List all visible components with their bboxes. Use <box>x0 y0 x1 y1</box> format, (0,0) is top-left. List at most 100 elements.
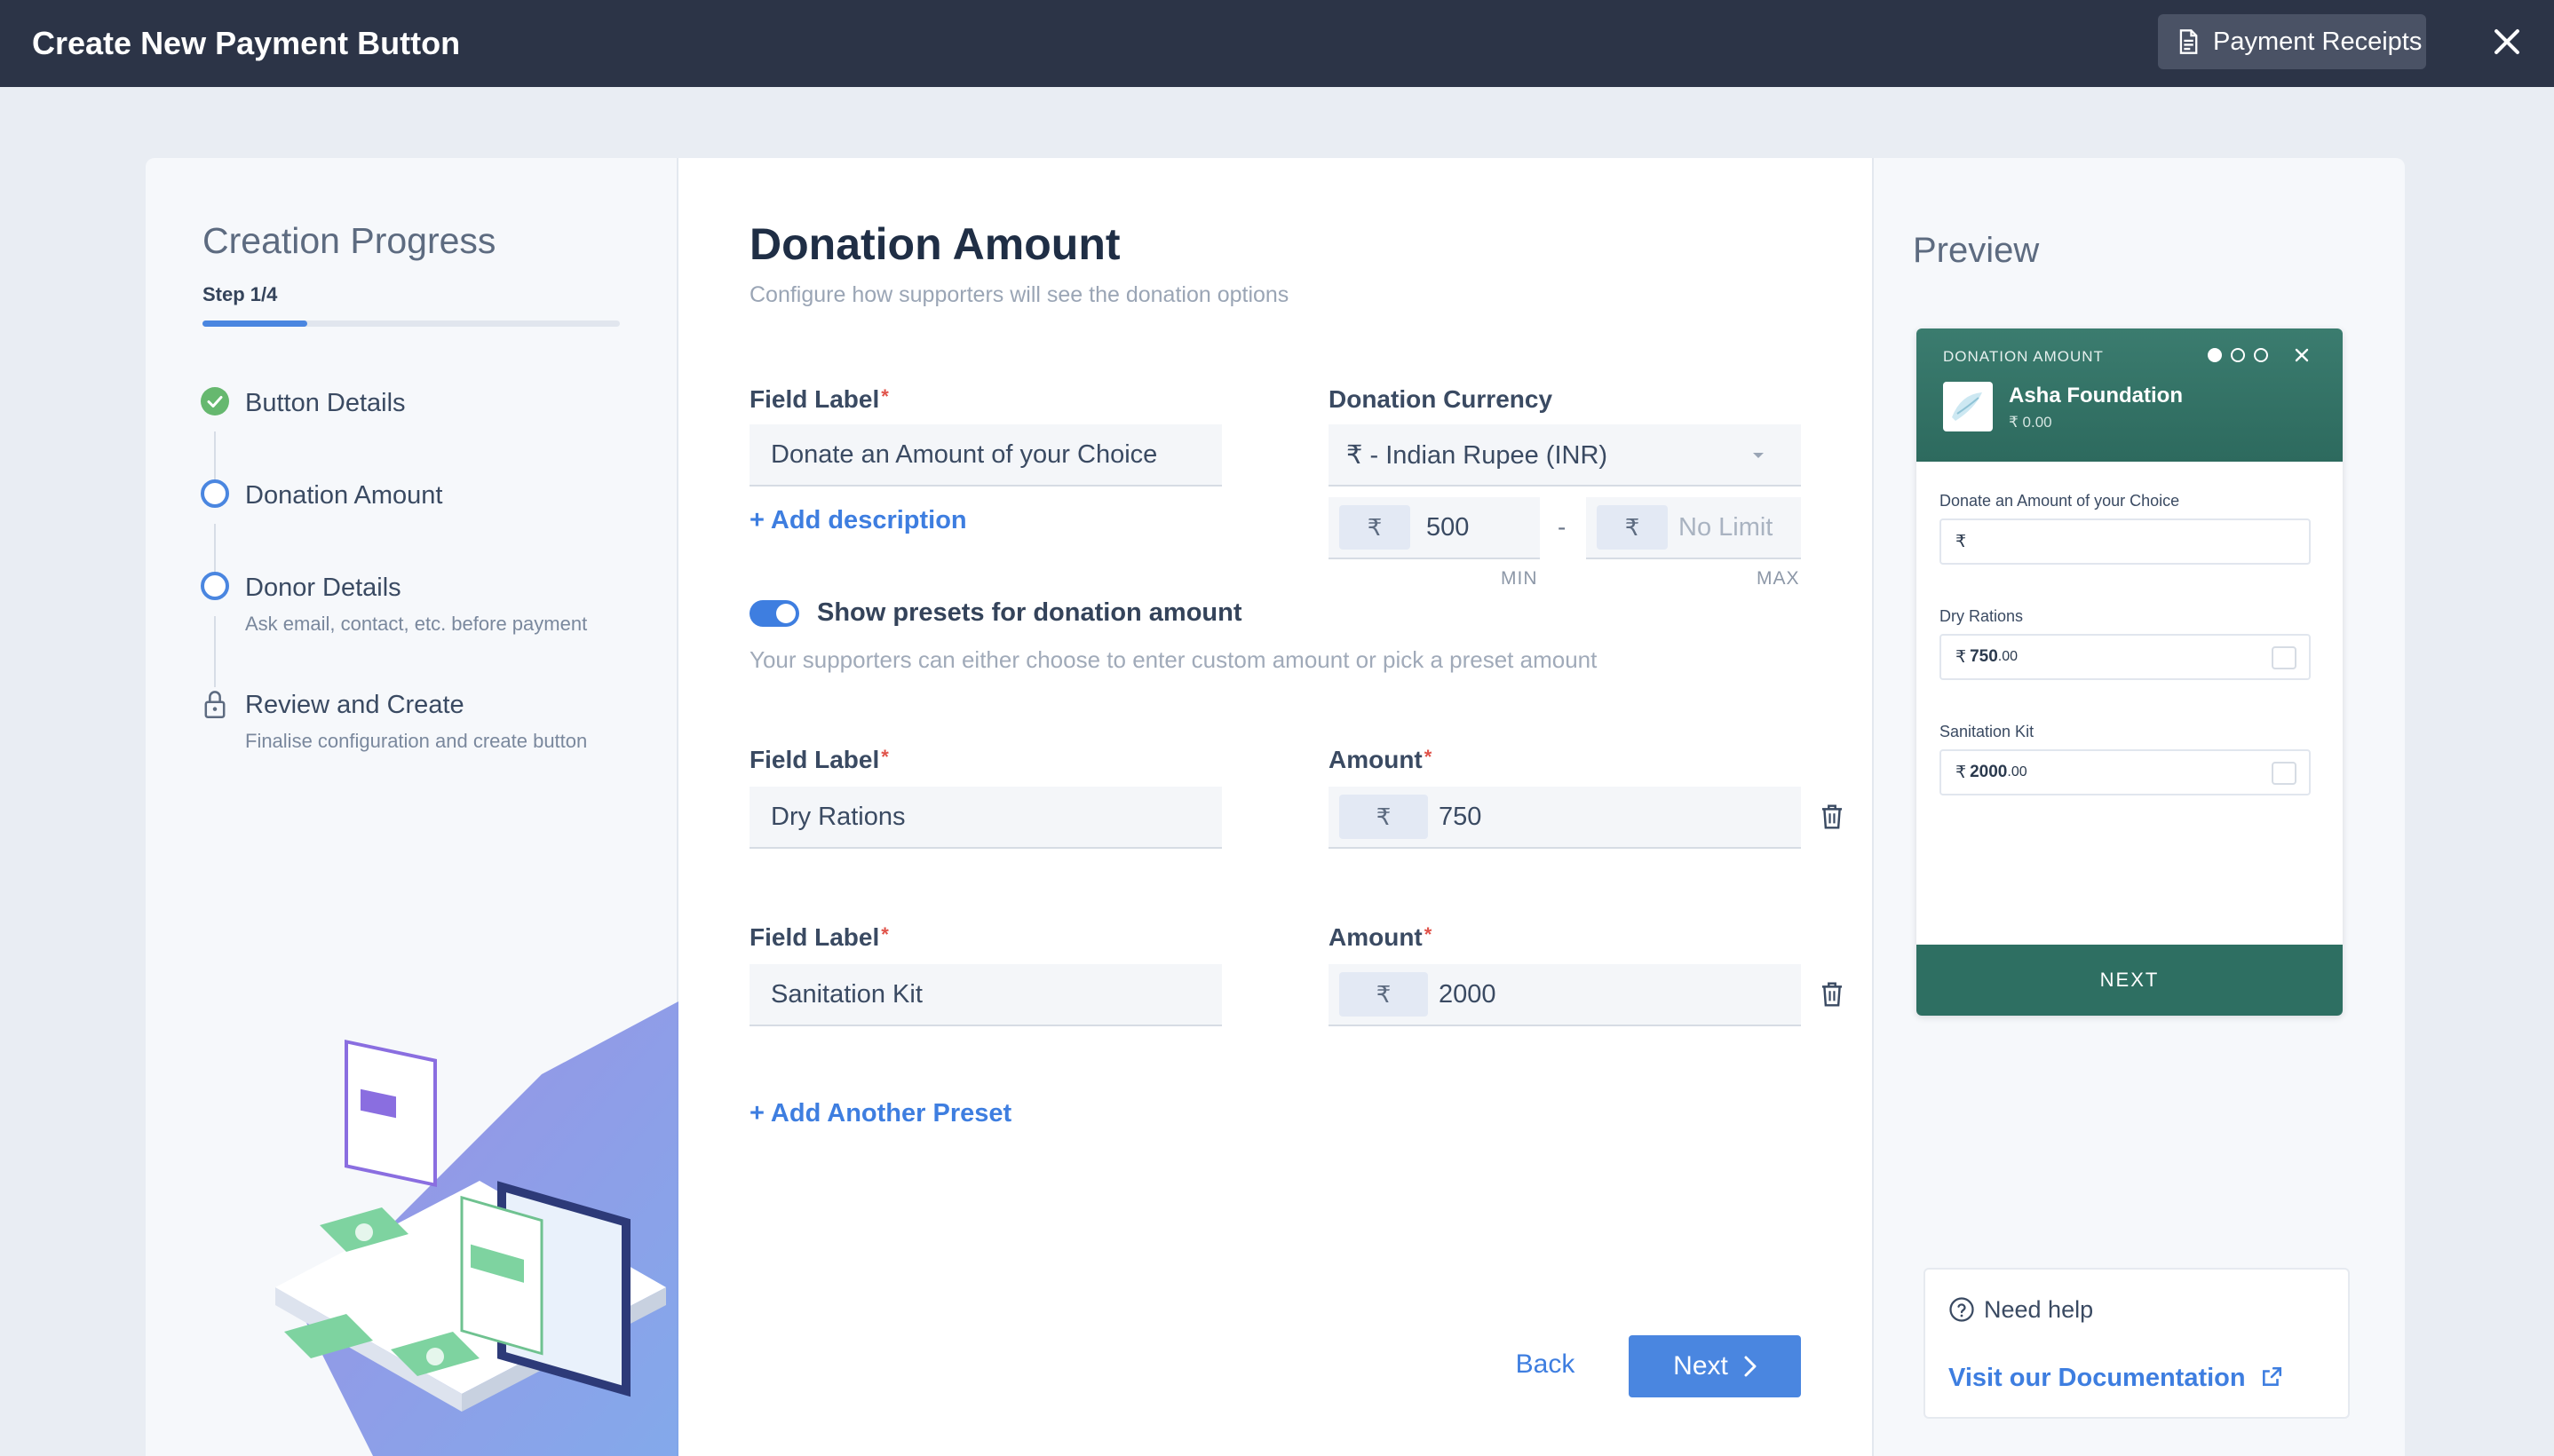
preview-item-input: ₹ 750 .00 <box>1939 634 2311 680</box>
rupee-symbol: ₹ <box>1339 505 1410 550</box>
step-connector <box>214 431 216 481</box>
add-description-link[interactable]: + Add description <box>750 506 967 535</box>
min-caption: MIN <box>1501 568 1538 589</box>
max-amount-placeholder: No Limit <box>1678 512 1773 542</box>
back-button[interactable]: Back <box>1492 1333 1598 1396</box>
trash-icon[interactable] <box>1819 803 1845 831</box>
preview-item-cents: .00 <box>1997 649 2019 664</box>
rupee-symbol: ₹ <box>1955 763 1967 782</box>
preset-amount-input[interactable]: ₹ 2000 <box>1329 964 1801 1026</box>
payment-receipts-label: Payment Receipts <box>2213 27 2423 56</box>
preview-item-input: ₹ 2000 .00 <box>1939 749 2311 795</box>
organization-logo <box>1943 382 1993 431</box>
preview-item-label: Sanitation Kit <box>1939 723 2034 740</box>
presets-toggle-label: Show presets for donation amount <box>817 598 1242 627</box>
progress-bar <box>202 320 620 327</box>
step-sub: Finalise configuration and create button <box>245 730 588 752</box>
donation-currency-heading: Donation Currency <box>1329 385 1553 413</box>
documentation-link[interactable]: Visit our Documentation <box>1948 1364 2283 1393</box>
preview-item-amount: 2000 <box>1970 763 2008 781</box>
payment-illustration <box>275 1001 678 1456</box>
rupee-symbol: ₹ <box>1339 795 1428 839</box>
preview-custom-label: Donate an Amount of your Choice <box>1939 492 2180 510</box>
checkbox-icon <box>2272 762 2296 785</box>
add-another-preset-link[interactable]: + Add Another Preset <box>750 1099 1011 1128</box>
preview-kicker: DONATION AMOUNT <box>1943 348 2104 365</box>
next-button[interactable]: Next <box>1629 1335 1801 1397</box>
progress-step-text: Step 1/4 <box>202 283 278 305</box>
currency-value: ₹ - Indian Rupee (INR) <box>1346 440 1608 470</box>
preset-amount-value: 750 <box>1439 802 1482 831</box>
preset-label-input[interactable]: Sanitation Kit <box>750 964 1222 1026</box>
preview-card: DONATION AMOUNT Asha Foundation ₹ 0.00 D… <box>1916 328 2343 1016</box>
preset-amount-heading: Amount* <box>1329 746 1432 773</box>
checkbox-icon <box>2272 646 2296 669</box>
progress-title: Creation Progress <box>202 220 496 261</box>
toggle-knob <box>776 604 796 623</box>
question-icon <box>1949 1297 1974 1322</box>
step-label: Review and Create <box>245 691 464 719</box>
field-label-heading: Field Label* <box>750 385 889 413</box>
preview-item-label: Dry Rations <box>1939 607 2024 625</box>
preset-amount-input[interactable]: ₹ 750 <box>1329 787 1801 849</box>
preview-custom-input: ₹ <box>1939 518 2311 565</box>
documentation-link-label: Visit our Documentation <box>1948 1364 2246 1392</box>
document-icon <box>2179 29 2198 54</box>
presets-help-text: Your supporters can either choose to ent… <box>750 646 1598 673</box>
preview-item-cents: .00 <box>2007 764 2027 779</box>
rupee-symbol: ₹ <box>1955 532 1967 551</box>
top-bar: Create New Payment Button Payment Receip… <box>0 0 2554 87</box>
section-title: Donation Amount <box>750 219 1121 269</box>
preview-step-dots <box>2208 348 2268 362</box>
panel-divider <box>1872 158 1874 1456</box>
step-label: Donation Amount <box>245 481 443 510</box>
section-subtitle: Configure how supporters will see the do… <box>750 282 1289 307</box>
max-caption: MAX <box>1757 568 1800 589</box>
preset-field-label-heading: Field Label* <box>750 746 889 773</box>
rupee-symbol: ₹ <box>1339 972 1428 1017</box>
presets-toggle[interactable] <box>750 600 799 627</box>
preview-title: Preview <box>1913 231 2040 270</box>
payment-receipts-button[interactable]: Payment Receipts <box>2158 14 2426 69</box>
step-label: Donor Details <box>245 574 401 602</box>
step-sub: Ask email, contact, etc. before payment <box>245 613 588 635</box>
preset-amount-heading: Amount* <box>1329 923 1432 951</box>
step-label: Button Details <box>245 389 406 417</box>
step-connector <box>214 524 216 574</box>
step-dot-icon <box>2208 348 2222 362</box>
preset-label-input[interactable]: Dry Rations <box>750 787 1222 849</box>
min-amount-input[interactable]: ₹ 500 <box>1329 497 1540 559</box>
help-title: Need help <box>1984 1296 2094 1323</box>
trash-icon[interactable] <box>1819 980 1845 1009</box>
rupee-symbol: ₹ <box>1597 505 1668 550</box>
preset-amount-value: 2000 <box>1439 979 1496 1009</box>
organization-amount: ₹ 0.00 <box>2009 414 2052 431</box>
page-title: Create New Payment Button <box>32 25 461 61</box>
max-amount-input[interactable]: ₹ No Limit <box>1586 497 1801 559</box>
step-circle-icon <box>201 479 229 508</box>
preview-next-button: NEXT <box>1916 945 2343 1016</box>
preview-header: DONATION AMOUNT Asha Foundation ₹ 0.00 <box>1916 328 2343 462</box>
check-icon <box>201 387 229 415</box>
close-icon <box>2295 348 2309 362</box>
step-circle-icon <box>201 572 229 600</box>
chevron-right-icon <box>1744 1356 1757 1377</box>
step-dot-icon <box>2231 348 2245 362</box>
step-dot-icon <box>2254 348 2268 362</box>
preset-field-label-heading: Field Label* <box>750 923 889 951</box>
step-connector <box>214 616 216 687</box>
field-label-input[interactable]: Donate an Amount of your Choice <box>750 424 1222 487</box>
preview-item-amount: 750 <box>1970 647 1998 666</box>
organization-name: Asha Foundation <box>2009 384 2183 408</box>
min-amount-value: 500 <box>1426 512 1470 542</box>
donation-currency-select[interactable]: ₹ - Indian Rupee (INR) <box>1329 424 1801 487</box>
help-box: Need help Visit our Documentation <box>1923 1268 2350 1419</box>
next-label: Next <box>1673 1351 1728 1381</box>
rupee-symbol: ₹ <box>1955 647 1967 667</box>
close-icon[interactable] <box>2492 27 2522 57</box>
lock-icon <box>204 691 226 718</box>
range-separator: - <box>1558 513 1567 541</box>
external-link-icon <box>2262 1366 2281 1386</box>
progress-bar-fill <box>202 320 307 327</box>
chevron-down-icon <box>1753 453 1764 458</box>
